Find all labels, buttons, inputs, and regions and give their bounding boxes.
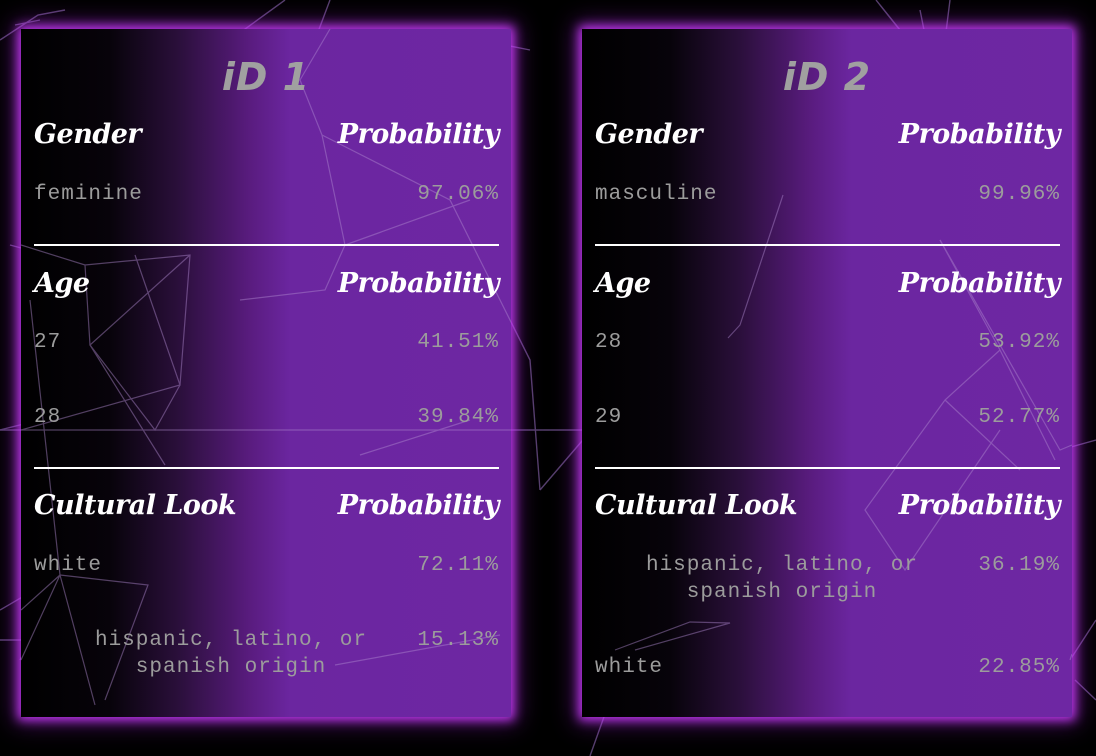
- gender-header: Gender: [34, 119, 142, 150]
- identity-card-2: iD 2 Gender Probability masculine 99.96%…: [582, 29, 1072, 717]
- section-divider: [595, 467, 1060, 469]
- cultural-look-value: white: [595, 656, 664, 679]
- section-divider: [34, 244, 499, 246]
- age-value: 29: [595, 406, 623, 429]
- cultural-look-probability: 72.11%: [417, 554, 499, 577]
- cultural-look-probability: 22.85%: [978, 656, 1060, 679]
- card-title: iD 1: [221, 55, 311, 99]
- age-probability-header: Probability: [337, 268, 500, 299]
- card-content: iD 1 Gender Probability feminine 97.06% …: [21, 29, 511, 717]
- gender-value: masculine: [595, 183, 718, 206]
- gender-probability-header: Probability: [337, 119, 500, 150]
- cultural-look-value: white: [34, 554, 103, 577]
- gender-probability: 97.06%: [417, 183, 499, 206]
- cultural-look-probability: 15.13%: [417, 629, 499, 652]
- age-probability: 39.84%: [417, 406, 499, 429]
- age-probability-header: Probability: [898, 268, 1061, 299]
- card-title: iD 2: [782, 55, 872, 99]
- age-probability: 41.51%: [417, 331, 499, 354]
- gender-header: Gender: [595, 119, 703, 150]
- card-content: iD 2 Gender Probability masculine 99.96%…: [582, 29, 1072, 717]
- age-value: 28: [34, 406, 62, 429]
- cultural-look-header: Cultural Look: [34, 490, 237, 521]
- age-probability: 53.92%: [978, 331, 1060, 354]
- section-divider: [595, 244, 1060, 246]
- age-value: 28: [595, 331, 623, 354]
- gender-probability: 99.96%: [978, 183, 1060, 206]
- gender-probability-header: Probability: [898, 119, 1061, 150]
- age-probability: 52.77%: [978, 406, 1060, 429]
- cultural-look-probability: 36.19%: [978, 554, 1060, 577]
- age-value: 27: [34, 331, 62, 354]
- age-header: Age: [34, 268, 90, 299]
- section-divider: [34, 467, 499, 469]
- cultural-look-probability-header: Probability: [337, 490, 500, 521]
- cultural-look-value: hispanic, latino, or spanish origin: [645, 554, 919, 604]
- cultural-look-probability-header: Probability: [898, 490, 1061, 521]
- identity-card-1: iD 1 Gender Probability feminine 97.06% …: [21, 29, 511, 717]
- cultural-look-header: Cultural Look: [595, 490, 798, 521]
- gender-value: feminine: [34, 183, 143, 206]
- age-header: Age: [595, 268, 651, 299]
- cultural-look-value: hispanic, latino, or spanish origin: [94, 629, 368, 679]
